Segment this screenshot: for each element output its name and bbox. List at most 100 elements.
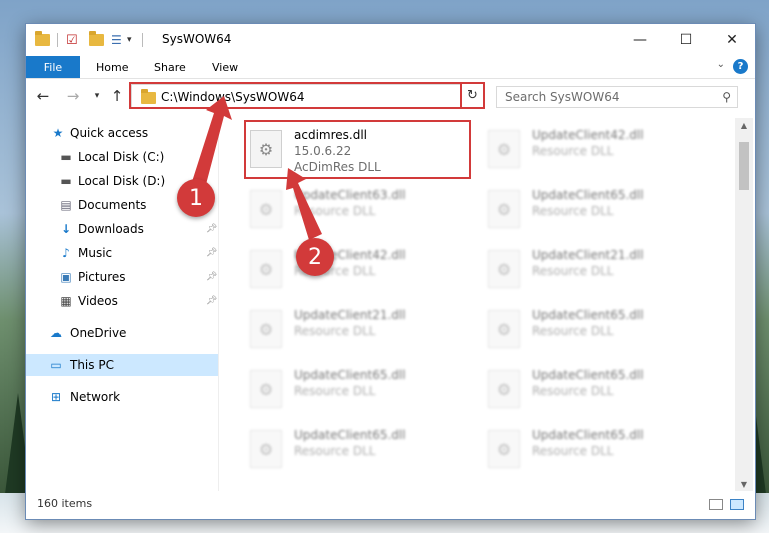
network-icon: ⊞	[50, 390, 62, 404]
dll-file-icon: ⚙	[250, 370, 282, 408]
pin-icon[interactable]: 📌︎	[206, 272, 217, 282]
refresh-button[interactable]: ↻	[460, 82, 485, 109]
file-name: UpdateClient65.dll	[532, 368, 644, 382]
dll-file-icon: ⚙	[488, 130, 520, 168]
search-input[interactable]: Search SysWOW64 ⚲	[496, 86, 738, 108]
sidebar-item-label: Pictures	[78, 270, 126, 284]
dll-file-icon: ⚙	[488, 250, 520, 288]
search-placeholder: Search SysWOW64	[505, 90, 620, 104]
file-tile[interactable]: ⚙ UpdateClient21.dll Resource DLL	[244, 302, 469, 356]
star-icon: ★	[52, 126, 64, 140]
music-icon: ♪	[62, 246, 70, 260]
tab-view[interactable]: View	[212, 56, 238, 78]
file-tile[interactable]: ⚙ UpdateClient65.dll Resource DLL	[244, 362, 469, 416]
videos-icon: ▦	[60, 294, 72, 308]
file-tile[interactable]: ⚙ UpdateClient63.dll Resource DLL	[244, 182, 469, 236]
drive-icon: ▬	[60, 150, 72, 164]
file-tile[interactable]: ⚙ UpdateClient42.dll Resource DLL	[482, 122, 707, 176]
expand-ribbon-icon[interactable]: ⌄	[717, 59, 725, 70]
sidebar-item-label: Music	[78, 246, 113, 260]
search-icon[interactable]: ⚲	[722, 90, 731, 104]
qa-separator	[57, 31, 58, 49]
close-button[interactable]: ✕	[709, 24, 755, 56]
vertical-scrollbar[interactable]: ▲ ▼	[735, 118, 753, 491]
scroll-up-icon[interactable]: ▲	[735, 118, 753, 132]
sidebar-item-label: Network	[70, 390, 121, 404]
file-list: ⚙ acdimres.dll 15.0.6.22 AcDimRes DLL ⚙ …	[220, 118, 735, 491]
minimize-button[interactable]: —	[617, 24, 663, 56]
file-name: UpdateClient42.dll	[532, 128, 644, 142]
file-tile[interactable]: ⚙ UpdateClient42.dll Resource DLL	[244, 242, 469, 296]
sidebar-item-local-disk-c[interactable]: ▬ Local Disk (C:)	[26, 146, 218, 168]
sidebar-item-label: Downloads	[78, 222, 144, 236]
file-name: UpdateClient63.dll	[294, 188, 406, 202]
documents-icon: ▤	[60, 198, 72, 212]
computer-icon: ▭	[50, 358, 62, 372]
new-folder-icon[interactable]	[89, 31, 104, 49]
file-tile[interactable]: ⚙ UpdateClient65.dll Resource DLL	[482, 422, 707, 476]
close-icon: ✕	[726, 32, 738, 48]
file-name: UpdateClient65.dll	[294, 428, 406, 442]
dll-file-icon: ⚙	[488, 430, 520, 468]
refresh-icon: ↻	[467, 88, 478, 103]
sidebar-item-label: Local Disk (C:)	[78, 150, 165, 164]
file-description: Resource DLL	[532, 264, 614, 278]
details-view-icon[interactable]	[709, 499, 723, 510]
sidebar-item-downloads[interactable]: ↓ Downloads 📌︎	[26, 218, 218, 240]
sidebar-item-pictures[interactable]: ▣ Pictures 📌︎	[26, 266, 218, 288]
callout-badge-2: 2	[296, 238, 334, 276]
sidebar-item-label: Videos	[78, 294, 118, 308]
sidebar-item-this-pc[interactable]: ▭ This PC	[26, 354, 218, 376]
pin-icon[interactable]: 📌︎	[206, 224, 217, 234]
file-tile[interactable]: ⚙ UpdateClient65.dll Resource DLL	[482, 182, 707, 236]
sidebar-item-music[interactable]: ♪ Music 📌︎	[26, 242, 218, 264]
tab-share[interactable]: Share	[154, 56, 186, 78]
dll-file-icon: ⚙	[488, 190, 520, 228]
forward-button[interactable]: →	[64, 86, 82, 106]
properties-icon[interactable]: ☑	[66, 31, 78, 49]
sidebar-item-quick-access[interactable]: ★ Quick access	[26, 122, 218, 144]
minimize-icon: —	[633, 32, 647, 48]
file-description: Resource DLL	[532, 384, 614, 398]
window-title: SysWOW64	[162, 32, 232, 46]
file-description: Resource DLL	[294, 324, 376, 338]
explorer-window: ☑ ☰ ▾ SysWOW64 — ☐ ✕ File Home Share Vie…	[26, 24, 755, 519]
tab-file[interactable]: File	[26, 56, 80, 78]
file-name: UpdateClient65.dll	[532, 428, 644, 442]
dll-file-icon: ⚙	[488, 310, 520, 348]
sidebar-item-onedrive[interactable]: ☁ OneDrive	[26, 322, 218, 344]
file-description: Resource DLL	[532, 444, 614, 458]
file-tile[interactable]: ⚙ UpdateClient21.dll Resource DLL	[482, 242, 707, 296]
maximize-button[interactable]: ☐	[663, 24, 709, 56]
file-name: UpdateClient65.dll	[294, 368, 406, 382]
title-bar: ☑ ☰ ▾ SysWOW64 — ☐ ✕	[26, 24, 755, 56]
status-bar: 160 items	[26, 491, 755, 519]
file-description: Resource DLL	[294, 204, 376, 218]
back-button[interactable]: ←	[34, 86, 52, 106]
customize-toolbar-icon[interactable]: ☰	[111, 31, 122, 49]
pin-icon[interactable]: 📌︎	[206, 248, 217, 258]
scrollbar-thumb[interactable]	[739, 142, 749, 190]
sidebar-item-label: Local Disk (D:)	[78, 174, 166, 188]
qa-separator	[142, 31, 143, 49]
file-name: UpdateClient65.dll	[532, 308, 644, 322]
chevron-down-icon: ▾	[94, 91, 100, 101]
dll-file-icon: ⚙	[488, 370, 520, 408]
file-tile[interactable]: ⚙ UpdateClient65.dll Resource DLL	[244, 422, 469, 476]
tiles-view-icon[interactable]	[730, 499, 744, 510]
tab-home[interactable]: Home	[96, 56, 128, 78]
scroll-down-icon[interactable]: ▼	[735, 477, 753, 491]
up-button[interactable]: ↑	[108, 86, 126, 106]
file-tile[interactable]: ⚙ UpdateClient65.dll Resource DLL	[482, 362, 707, 416]
sidebar-item-videos[interactable]: ▦ Videos 📌︎	[26, 290, 218, 312]
recent-locations-button[interactable]: ▾	[88, 86, 106, 106]
pin-icon[interactable]: 📌︎	[206, 296, 217, 306]
navigation-bar: ← → ▾ ↑ C:\Windows\SysWOW64 ⌄ ↻ Search S…	[26, 80, 755, 114]
dropdown-arrow-icon[interactable]: ▾	[127, 31, 132, 49]
file-description: Resource DLL	[294, 444, 376, 458]
file-tile[interactable]: ⚙ UpdateClient65.dll Resource DLL	[482, 302, 707, 356]
dll-file-icon: ⚙	[250, 430, 282, 468]
help-icon[interactable]: ?	[733, 59, 748, 74]
sidebar-item-network[interactable]: ⊞ Network	[26, 386, 218, 408]
file-description: Resource DLL	[532, 144, 614, 158]
